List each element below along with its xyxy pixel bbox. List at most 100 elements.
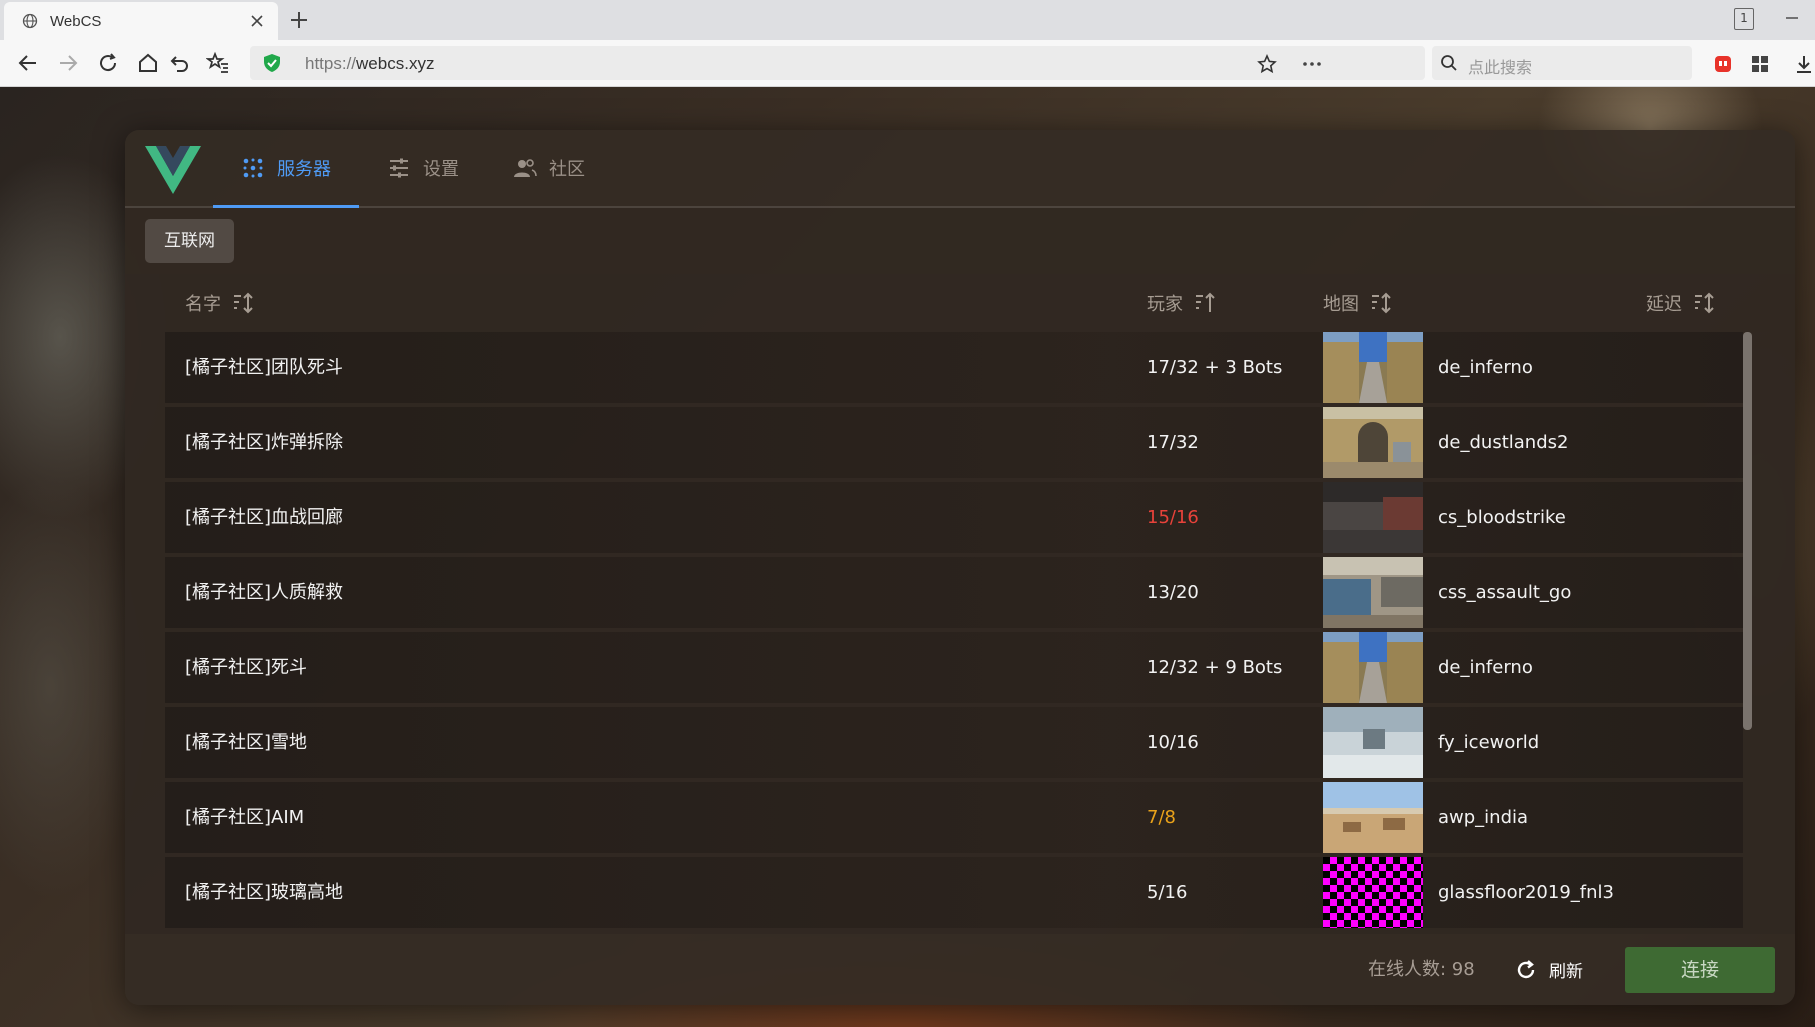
favorites-list-icon[interactable] <box>206 51 230 75</box>
column-ping[interactable]: 延迟 <box>1646 274 1718 332</box>
column-ping-label: 延迟 <box>1646 294 1682 315</box>
server-name: [橘子社区]团队死斗 <box>185 357 344 378</box>
tab-count-badge[interactable]: 1 <box>1734 8 1754 30</box>
map-thumbnail <box>1323 557 1423 628</box>
table-row[interactable]: [橘子社区]血战回廊 15/16 cs_bloodstrike <box>165 482 1743 553</box>
table-row[interactable]: [橘子社区]人质解救 13/20 css_assault_go <box>165 557 1743 628</box>
column-map-label: 地图 <box>1323 294 1359 315</box>
tab-community[interactable]: 社区 <box>513 130 585 206</box>
column-name[interactable]: 名字 <box>185 274 257 332</box>
player-count: 5/16 <box>1147 882 1188 903</box>
server-name: [橘子社区]血战回廊 <box>185 507 344 528</box>
reload-icon[interactable] <box>96 51 120 75</box>
map-thumbnail <box>1323 632 1423 703</box>
table-header: 名字 玩家 地图 延迟 <box>165 274 1730 332</box>
column-map[interactable]: 地图 <box>1323 274 1395 332</box>
map-name: awp_india <box>1438 807 1529 828</box>
address-bar[interactable]: https://webcs.xyz <box>250 46 1425 80</box>
browser-tabbar: WebCS 1 <box>0 0 1815 40</box>
map-name: cs_bloodstrike <box>1438 507 1566 528</box>
map-name: de_inferno <box>1438 657 1533 678</box>
servers-icon <box>243 158 263 178</box>
map-name: css_assault_go <box>1438 582 1572 603</box>
player-count: 17/32 + 3 Bots <box>1147 357 1283 378</box>
table-row[interactable]: [橘子社区]死斗 12/32 + 9 Bots de_inferno <box>165 632 1743 703</box>
column-name-label: 名字 <box>185 294 221 315</box>
map-thumbnail <box>1323 707 1423 778</box>
player-count: 10/16 <box>1147 732 1199 753</box>
minimize-icon[interactable] <box>1784 8 1800 28</box>
connect-button[interactable]: 连接 <box>1625 947 1775 993</box>
globe-icon <box>22 13 38 29</box>
filter-internet-chip[interactable]: 互联网 <box>145 219 234 263</box>
sort-icon[interactable] <box>1692 290 1718 316</box>
shield-icon <box>264 54 280 72</box>
sort-desc-icon[interactable] <box>1193 290 1219 316</box>
new-tab-icon[interactable] <box>288 9 310 31</box>
panel-footer: 在线人数: 98 刷新 连接 <box>125 934 1795 1005</box>
map-name: de_inferno <box>1438 357 1533 378</box>
server-name: [橘子社区]玻璃高地 <box>185 882 344 903</box>
column-players-label: 玩家 <box>1147 294 1183 315</box>
server-list: [橘子社区]团队死斗 17/32 + 3 Bots de_inferno [橘子… <box>165 332 1743 934</box>
table-row[interactable]: [橘子社区]团队死斗 17/32 + 3 Bots de_inferno <box>165 332 1743 403</box>
scrollbar[interactable] <box>1743 332 1752 730</box>
people-icon <box>514 159 537 177</box>
tab-servers-label: 服务器 <box>277 159 331 180</box>
player-count: 15/16 <box>1147 507 1199 528</box>
sort-icon[interactable] <box>231 290 257 316</box>
server-name: [橘子社区]死斗 <box>185 657 308 678</box>
undo-icon[interactable] <box>168 51 192 75</box>
map-thumbnail <box>1323 782 1423 853</box>
url-protocol: https:// <box>305 54 357 73</box>
back-icon[interactable] <box>16 51 40 75</box>
map-thumbnail <box>1323 857 1423 928</box>
tab-settings[interactable]: 设置 <box>387 130 459 206</box>
download-icon[interactable] <box>1793 53 1815 75</box>
map-name: de_dustlands2 <box>1438 432 1569 453</box>
server-name: [橘子社区]炸弹拆除 <box>185 432 344 453</box>
player-count: 7/8 <box>1147 807 1176 828</box>
sliders-icon <box>390 158 408 178</box>
refresh-button[interactable]: 刷新 <box>1515 934 1583 1005</box>
table-row[interactable]: [橘子社区]玻璃高地 5/16 glassfloor2019_fnl3 <box>165 857 1743 928</box>
search-icon <box>1441 55 1457 71</box>
more-icon[interactable] <box>1301 54 1323 74</box>
apps-grid-icon[interactable] <box>1749 53 1771 75</box>
online-count: 在线人数: 98 <box>1368 959 1475 980</box>
vue-logo <box>145 146 201 194</box>
forward-icon[interactable] <box>56 51 80 75</box>
server-table: 名字 玩家 地图 延迟 [橘子社区]团队死斗 17/32 + 3 Bots de… <box>125 274 1795 934</box>
tab-title: WebCS <box>50 12 102 30</box>
filter-bar: 互联网 <box>125 208 1795 274</box>
player-count: 12/32 + 9 Bots <box>1147 657 1283 678</box>
tab-community-label: 社区 <box>549 159 585 180</box>
server-name: [橘子社区]AIM <box>185 807 305 828</box>
refresh-icon <box>1517 959 1535 978</box>
table-row[interactable]: [橘子社区]炸弹拆除 17/32 de_dustlands2 <box>165 407 1743 478</box>
tab-servers[interactable]: 服务器 <box>213 130 359 208</box>
extension-red-icon[interactable] <box>1712 53 1734 75</box>
table-row[interactable]: [橘子社区]雪地 10/16 fy_iceworld <box>165 707 1743 778</box>
column-players[interactable]: 玩家 <box>1147 274 1219 332</box>
browser-tab[interactable]: WebCS <box>4 2 278 40</box>
url-text: https://webcs.xyz <box>305 54 434 74</box>
server-browser-panel: 服务器 设置 社区 互联网 名字 玩家 地图 延迟 [橘子社区]团队死斗 17/… <box>125 130 1795 1005</box>
sort-icon[interactable] <box>1369 290 1395 316</box>
map-name: glassfloor2019_fnl3 <box>1438 882 1614 903</box>
table-row[interactable]: [橘子社区]AIM 7/8 awp_india <box>165 782 1743 853</box>
url-host: webcs.xyz <box>356 54 435 73</box>
server-name: [橘子社区]人质解救 <box>185 582 344 603</box>
map-thumbnail <box>1323 407 1423 478</box>
page-background: 服务器 设置 社区 互联网 名字 玩家 地图 延迟 [橘子社区]团队死斗 17/… <box>0 87 1815 1027</box>
server-name: [橘子社区]雪地 <box>185 732 308 753</box>
search-input[interactable]: 点此搜索 <box>1432 46 1692 80</box>
tab-settings-label: 设置 <box>423 159 459 180</box>
search-placeholder: 点此搜索 <box>1468 58 1533 77</box>
close-icon[interactable] <box>250 14 264 28</box>
map-thumbnail <box>1323 482 1423 553</box>
bookmark-star-icon[interactable] <box>1257 54 1277 74</box>
panel-header: 服务器 设置 社区 <box>125 130 1795 208</box>
home-icon[interactable] <box>136 51 160 75</box>
map-thumbnail <box>1323 332 1423 403</box>
